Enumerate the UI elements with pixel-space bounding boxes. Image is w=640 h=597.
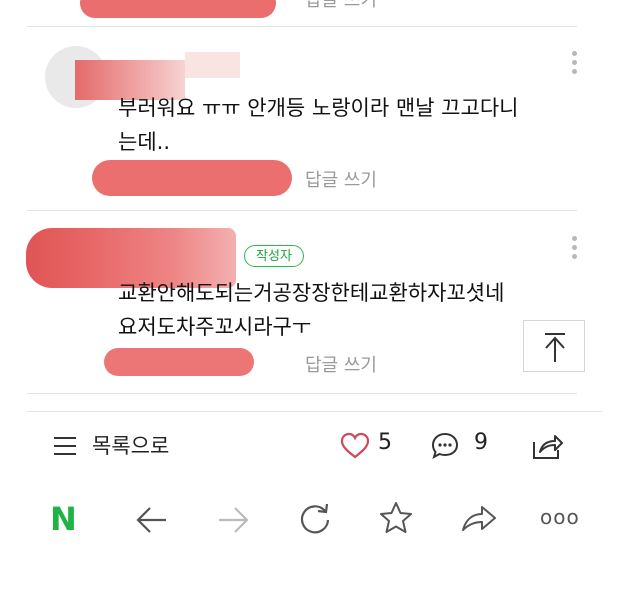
redacted-date (92, 160, 292, 196)
share-icon (533, 435, 563, 459)
list-button[interactable]: 목록으로 (52, 430, 192, 462)
reply-link[interactable]: 답글 쓰기 (305, 0, 377, 12)
redacted-date (104, 348, 254, 376)
comment-button[interactable]: 9 (430, 430, 500, 462)
comment-text-line2: 요저도차주꼬시라구ㅜ (118, 315, 312, 339)
forward-arrow-icon[interactable] (216, 505, 250, 535)
share-button[interactable] (530, 430, 564, 462)
divider (27, 26, 577, 27)
author-badge: 작성자 (244, 245, 304, 267)
more-options-icon[interactable] (572, 236, 578, 263)
heart-icon (340, 432, 370, 459)
menu-icon (54, 437, 76, 455)
list-label: 목록으로 (92, 434, 170, 458)
reply-link[interactable]: 답글 쓰기 (305, 166, 377, 192)
redacted-name-mosaic-2 (185, 52, 240, 78)
speech-bubble-icon (431, 432, 459, 460)
back-arrow-icon[interactable] (135, 505, 169, 535)
divider (27, 210, 577, 211)
scroll-to-top-button[interactable] (523, 320, 585, 372)
like-button[interactable]: 5 (340, 430, 400, 462)
more-options-icon[interactable] (572, 51, 578, 78)
refresh-icon[interactable] (297, 501, 333, 537)
comment-text-line1: 부러워요 ㅠㅠ 안개등 노랑이라 맨날 끄고다니 (118, 96, 519, 120)
comment-text-line2: 는데.. (118, 130, 170, 154)
divider (27, 393, 577, 394)
comment-text-line1: 교환안해도되는거공장장한테교환하자꼬셧네 (118, 281, 505, 305)
like-count: 5 (378, 430, 392, 455)
more-menu-button[interactable]: ooo (540, 505, 580, 529)
arrow-up-icon (545, 333, 565, 362)
share-arrow-icon[interactable] (460, 503, 498, 535)
naver-logo-button[interactable]: N (50, 500, 77, 538)
comment-count: 9 (474, 430, 488, 455)
redacted-username (80, 0, 276, 18)
reply-link[interactable]: 답글 쓰기 (305, 351, 377, 377)
bookmark-star-icon[interactable] (378, 500, 414, 536)
divider (27, 411, 602, 412)
